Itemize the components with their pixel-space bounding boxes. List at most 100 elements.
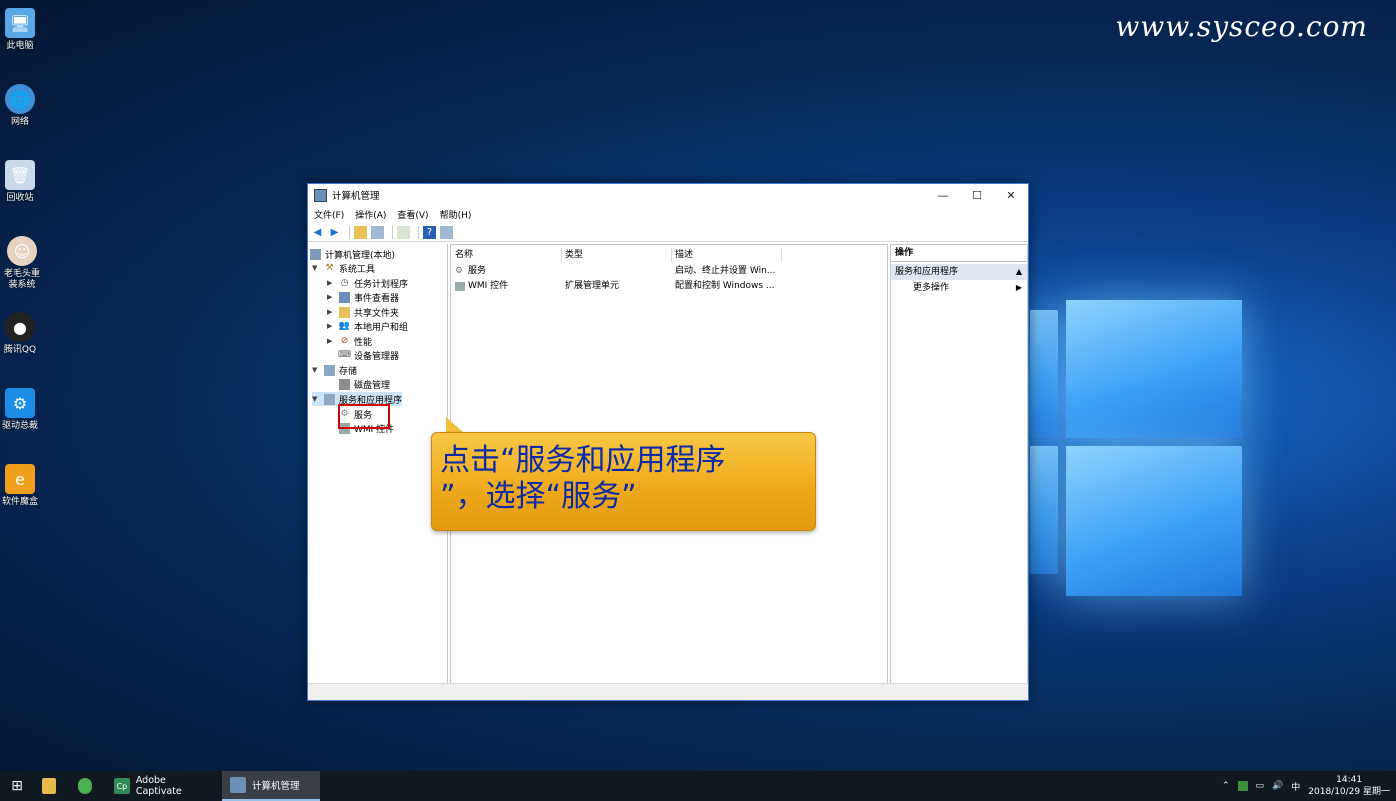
desktop-icon-label: 回收站 (6, 193, 34, 203)
menu-action[interactable]: 操作(A) (355, 208, 386, 221)
performance-icon: ⊘ (340, 336, 349, 346)
clock-icon: ◷ (340, 278, 349, 288)
callout-line-1: 点击“服务和应用程序 (440, 443, 726, 478)
users-icon: 👥 (338, 321, 351, 331)
properties-icon[interactable] (440, 225, 453, 239)
column-header-description[interactable]: 描述 (671, 248, 782, 262)
chevron-right-icon[interactable]: ▶ (327, 308, 335, 316)
actions-group-services-apps[interactable]: 服务和应用程序 ▲ (891, 264, 1027, 280)
row-name: 服务 (468, 266, 487, 276)
list-header: 名称 类型 描述 (451, 248, 887, 262)
help-icon[interactable]: ? (423, 225, 436, 239)
tree-item-label: 设备管理器 (354, 351, 400, 362)
list-row[interactable]: ⚙ 服务 启动、终止并设置 Win... (451, 264, 887, 279)
computer-icon (310, 248, 321, 260)
network-icon[interactable]: ▭ (1256, 781, 1265, 791)
file-explorer-icon[interactable] (34, 771, 70, 801)
tree-item-task-scheduler[interactable]: ▶ ◷ 任务计划程序 (327, 276, 408, 290)
window-title: 计算机管理 (332, 191, 380, 202)
desktop-icon-network[interactable]: 🌐 网络 (0, 84, 40, 128)
browser-icon[interactable] (70, 771, 106, 801)
menu-help[interactable]: 帮助(H) (440, 208, 472, 221)
browser-globe-icon (78, 778, 92, 794)
driver-gear-icon: ⚙ (5, 388, 35, 418)
tree-item-label: 存储 (339, 366, 358, 377)
menu-bar: 文件(F) 操作(A) 查看(V) 帮助(H) (308, 206, 1028, 223)
tray-app-icon[interactable] (1237, 781, 1248, 791)
instruction-callout: 点击“服务和应用程序 ”，选择“服务” (431, 432, 816, 531)
submenu-arrow-icon: ▶ (1015, 283, 1022, 292)
tree-item-local-users[interactable]: ▶ 👥 本地用户和组 (327, 319, 408, 333)
more-actions-label: 更多操作 (913, 283, 950, 293)
taskbar-app-captivate[interactable]: Cp Adobe Captivate (106, 771, 222, 801)
desktop-icon-recycle-bin[interactable]: 🗑 回收站 (0, 160, 40, 204)
chevron-right-icon[interactable]: ▶ (327, 337, 335, 345)
tree-item-label: 任务计划程序 (354, 279, 409, 290)
callout-text: 点击“服务和应用程序 ”，选择“服务” (440, 443, 805, 515)
back-arrow-icon[interactable]: ◀ (311, 226, 324, 239)
app-icon (314, 188, 327, 202)
disk-icon (339, 378, 350, 390)
event-viewer-icon (339, 291, 350, 303)
tree-item-computer-management[interactable]: 计算机管理(本地) (310, 247, 395, 261)
menu-view[interactable]: 查看(V) (397, 208, 428, 221)
collapse-up-icon[interactable]: ▲ (1016, 264, 1022, 280)
tree-item-storage[interactable]: ▼ 存储 (312, 363, 357, 377)
tree-item-device-manager[interactable]: ⌨ 设备管理器 (338, 348, 400, 362)
maximize-button[interactable]: ☐ (960, 184, 994, 206)
chevron-right-icon[interactable]: ▶ (327, 293, 335, 301)
desktop-icon-reinstall[interactable]: ☺ 老毛头重装系统 (0, 236, 44, 291)
row-description: 配置和控制 Windows ... (675, 281, 775, 291)
desktop-icon-qq[interactable]: ● 腾讯QQ (0, 312, 40, 356)
volume-icon[interactable]: 🔊 (1272, 781, 1283, 791)
chevron-down-icon[interactable]: ▼ (312, 264, 320, 272)
taskbar-app-label: Adobe Captivate (135, 775, 182, 797)
system-tray: ⌃ ▭ 🔊 中 14:41 2018/10/29 星期一 (1222, 771, 1396, 801)
taskbar-app-computer-management[interactable]: 计算机管理 (222, 771, 320, 801)
tree-item-label: 共享文件夹 (354, 308, 400, 319)
list-row[interactable]: WMI 控件 扩展管理单元 配置和控制 Windows ... (451, 279, 887, 294)
menu-file[interactable]: 文件(F) (314, 208, 344, 221)
desktop-icon-software-box[interactable]: e 软件魔盒 (0, 464, 40, 508)
tree-item-shared-folders[interactable]: ▶ 共享文件夹 (327, 305, 399, 319)
column-header-type[interactable]: 类型 (561, 248, 672, 262)
chevron-right-icon[interactable]: ▶ (327, 279, 335, 287)
chevron-right-icon[interactable]: ▶ (327, 322, 335, 330)
show-hide-tree-icon[interactable] (371, 225, 384, 239)
forward-arrow-icon[interactable]: ▶ (328, 226, 341, 239)
taskbar: ⊞ Cp Adobe Captivate 计算机管理 ⌃ ▭ 🔊 中 14:41… (0, 771, 1396, 801)
tree-item-performance[interactable]: ▶ ⊘ 性能 (327, 334, 372, 348)
desktop-icon-label: 腾讯QQ (3, 345, 37, 355)
tree-item-label: 计算机管理(本地) (325, 250, 396, 261)
chevron-down-icon[interactable]: ▼ (312, 395, 320, 403)
tree-item-event-viewer[interactable]: ▶ 事件查看器 (327, 290, 399, 304)
chevron-up-icon[interactable]: ⌃ (1222, 781, 1230, 791)
tools-icon: ⚒ (325, 263, 334, 273)
title-bar[interactable]: 计算机管理 — ☐ ✕ (308, 184, 1028, 206)
minimize-button[interactable]: — (926, 184, 960, 206)
highlight-box (338, 404, 390, 429)
clock[interactable]: 14:41 2018/10/29 星期一 (1308, 774, 1390, 798)
ime-indicator[interactable]: 中 (1291, 780, 1300, 793)
desktop-icon-label: 软件魔盒 (1, 497, 38, 507)
desktop-icon-driver[interactable]: ⚙ 驱动总裁 (0, 388, 40, 432)
recycle-bin-icon: 🗑 (5, 160, 35, 190)
actions-header: 操作 (891, 246, 1027, 262)
clock-date: 2018/10/29 星期一 (1308, 787, 1390, 797)
export-list-icon[interactable] (397, 225, 410, 239)
toolbar-separator (392, 225, 393, 239)
tree-item-label: 本地用户和组 (354, 322, 409, 333)
up-folder-icon[interactable] (354, 225, 367, 239)
desktop-icon-this-pc[interactable]: 🖥 此电脑 (0, 8, 40, 52)
chevron-down-icon[interactable]: ▼ (312, 366, 320, 374)
close-button[interactable]: ✕ (994, 184, 1028, 206)
toolbar: ◀ ▶ ? (308, 223, 1028, 242)
tree-item-system-tools[interactable]: ▼ ⚒ 系统工具 (312, 261, 375, 275)
tree-item-disk-management[interactable]: 磁盘管理 (339, 377, 390, 391)
more-actions-item[interactable]: 更多操作 ▶ (891, 280, 1027, 296)
navigation-tree: 计算机管理(本地) ▼ ⚒ 系统工具 ▶ ◷ 任务计划程序 ▶ 事件查看器 ▶ … (308, 244, 448, 684)
desktop-icon-label: 此电脑 (6, 41, 34, 51)
shared-folder-icon (339, 306, 350, 318)
start-windows-icon[interactable]: ⊞ (0, 771, 34, 801)
column-header-name[interactable]: 名称 (451, 248, 562, 262)
